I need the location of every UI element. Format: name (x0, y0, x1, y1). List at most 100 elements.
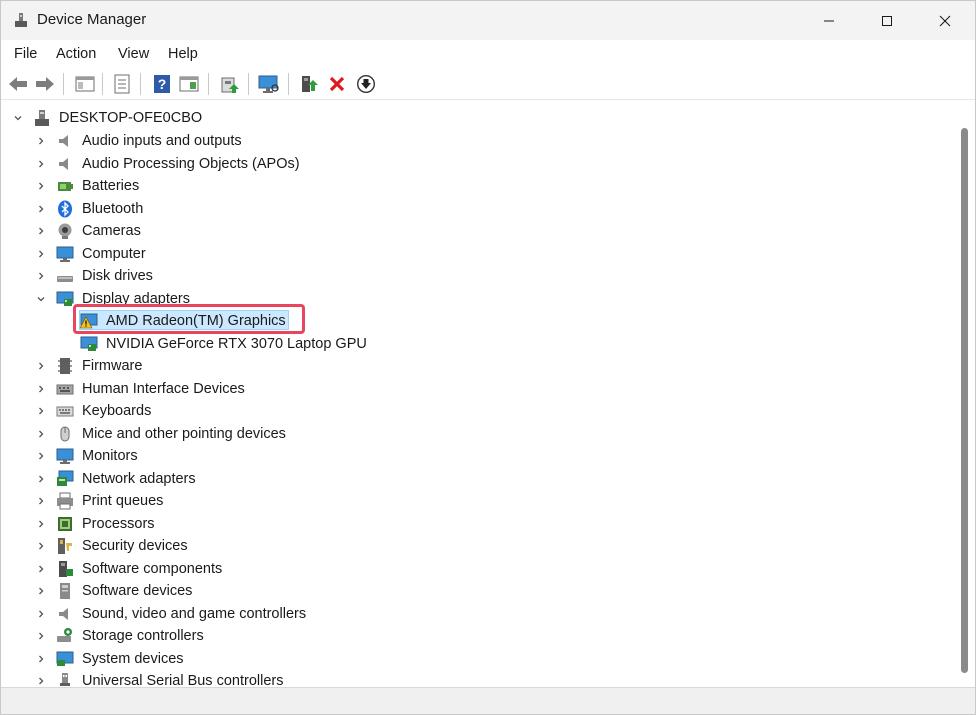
chevron-right-icon[interactable] (35, 450, 47, 462)
menu-action[interactable]: Action (56, 46, 96, 62)
chevron-right-icon[interactable] (35, 473, 47, 485)
display-adapter-warning-icon (80, 313, 98, 329)
security-key-icon (58, 538, 72, 554)
console-tree-icon (75, 76, 95, 92)
tree-category-audio-processing-objects-apos[interactable]: Audio Processing Objects (APOs) (5, 153, 956, 175)
tree-category-label: Storage controllers (82, 628, 204, 644)
update-driver-button[interactable] (219, 73, 241, 95)
tree-category-universal-serial-bus-controllers[interactable]: Universal Serial Bus controllers (5, 670, 956, 686)
tree-category-label: Monitors (82, 448, 138, 464)
tree-category-processors[interactable]: Processors (5, 513, 956, 535)
tree-category-security-devices[interactable]: Security devices (5, 535, 956, 557)
chevron-right-icon[interactable] (35, 180, 47, 192)
tree-category-label: Keyboards (82, 403, 152, 419)
tree-category-keyboards[interactable]: Keyboards (5, 400, 956, 422)
uninstall-device-button[interactable] (326, 73, 348, 95)
tree-category-label: Software components (82, 560, 223, 577)
chevron-right-icon[interactable] (35, 360, 47, 372)
properties-button[interactable] (111, 73, 133, 95)
tree-category-bluetooth[interactable]: Bluetooth (5, 198, 956, 220)
tree-category-firmware[interactable]: Firmware (5, 355, 956, 377)
menu-help[interactable]: Help (168, 46, 198, 62)
tree-category-monitors[interactable]: Monitors (5, 445, 956, 467)
tree-category-disk-drives[interactable]: Disk drives (5, 265, 956, 287)
chevron-right-icon[interactable] (35, 135, 47, 147)
chevron-right-icon[interactable] (35, 383, 47, 395)
action-pane-button[interactable] (178, 73, 200, 95)
scan-monitor-icon (258, 75, 279, 93)
tree-category-label: Human Interface Devices (82, 380, 245, 397)
chevron-right-icon[interactable] (35, 248, 47, 260)
firmware-chip-icon (58, 358, 72, 374)
toolbar-separator (288, 73, 289, 95)
computer-name-label: DESKTOP-OFE0CBO (59, 110, 203, 126)
tree-category-print-queues[interactable]: Print queues (5, 490, 956, 512)
tree-category-mice-and-other-pointing-devices[interactable]: Mice and other pointing devices (5, 423, 956, 445)
device-manager-window: Device Manager File Action View Help ? D… (0, 0, 976, 715)
chevron-right-icon[interactable] (35, 675, 47, 686)
toolbar-separator (102, 73, 103, 95)
tree-category-network-adapters[interactable]: Network adapters (5, 468, 956, 490)
chevron-right-icon[interactable] (35, 225, 47, 237)
tree-category-audio-inputs-and-outputs[interactable]: Audio inputs and outputs (5, 130, 956, 152)
enable-device-button[interactable] (298, 73, 320, 95)
help-button[interactable]: ? (151, 73, 173, 95)
tree-category-batteries[interactable]: Batteries (5, 175, 956, 197)
chevron-right-icon[interactable] (35, 405, 47, 417)
tree-category-storage-controllers[interactable]: Storage controllers (5, 625, 956, 647)
tree-category-system-devices[interactable]: System devices (5, 648, 956, 670)
toolbar-separator (208, 73, 209, 95)
chevron-right-icon[interactable] (35, 495, 47, 507)
chevron-right-icon[interactable] (35, 653, 47, 665)
chevron-right-icon[interactable] (35, 428, 47, 440)
menu-view[interactable]: View (118, 46, 149, 62)
maximize-button[interactable] (857, 1, 917, 40)
bluetooth-icon (58, 200, 72, 217)
tree-category-label: Mice and other pointing devices (82, 425, 286, 442)
show-hide-console-tree-button[interactable] (74, 73, 96, 95)
tree-device-amd-radeon-tm-graphics[interactable]: AMD Radeon(TM) Graphics (5, 310, 956, 332)
tree-category-software-components[interactable]: Software components (5, 558, 956, 580)
tree-root[interactable]: DESKTOP-OFE0CBO (5, 107, 956, 129)
minimize-button[interactable] (799, 1, 859, 40)
chevron-right-icon[interactable] (35, 203, 47, 215)
menu-bar: File Action View Help (1, 40, 975, 68)
chevron-right-icon[interactable] (35, 608, 47, 620)
tree-category-software-devices[interactable]: Software devices (5, 580, 956, 602)
device-manager-icon (15, 13, 27, 27)
chevron-right-icon[interactable] (35, 518, 47, 530)
chevron-right-icon[interactable] (35, 158, 47, 170)
tree-category-label: Print queues (82, 493, 164, 509)
menu-file[interactable]: File (14, 46, 37, 62)
chevron-right-icon[interactable] (35, 563, 47, 575)
processor-icon (58, 516, 72, 531)
chevron-right-icon[interactable] (35, 270, 47, 282)
chevron-right-icon[interactable] (35, 630, 47, 642)
tree-category-computer[interactable]: Computer (5, 243, 956, 265)
chevron-down-icon[interactable] (35, 293, 47, 305)
tree-device-nvidia-geforce-rtx-3070-laptop-gpu[interactable]: NVIDIA GeForce RTX 3070 Laptop GPU (5, 333, 956, 355)
action-pane-icon (179, 76, 199, 92)
vertical-scrollbar[interactable] (957, 104, 974, 686)
software-device-icon (60, 583, 70, 599)
forward-button[interactable] (34, 73, 56, 95)
computer-tower-icon (35, 110, 49, 126)
close-button[interactable] (915, 1, 975, 40)
chevron-right-icon[interactable] (35, 540, 47, 552)
disable-device-button[interactable] (355, 73, 377, 95)
usb-icon (60, 673, 70, 686)
status-bar (1, 687, 975, 714)
scrollbar-thumb[interactable] (961, 128, 968, 673)
tree-category-sound-video-and-game-controllers[interactable]: Sound, video and game controllers (5, 603, 956, 625)
back-button[interactable] (7, 73, 29, 95)
scan-hardware-changes-button[interactable] (258, 73, 280, 95)
hid-icon (56, 384, 74, 394)
chevron-down-icon[interactable] (12, 112, 24, 124)
speaker-icon (59, 607, 68, 620)
chevron-right-icon[interactable] (35, 585, 47, 597)
device-tree: DESKTOP-OFE0CBO Audio inputs and outputs… (5, 104, 956, 686)
software-component-icon (59, 560, 73, 577)
mouse-icon (60, 426, 70, 441)
tree-category-human-interface-devices[interactable]: Human Interface Devices (5, 378, 956, 400)
tree-category-cameras[interactable]: Cameras (5, 220, 956, 242)
